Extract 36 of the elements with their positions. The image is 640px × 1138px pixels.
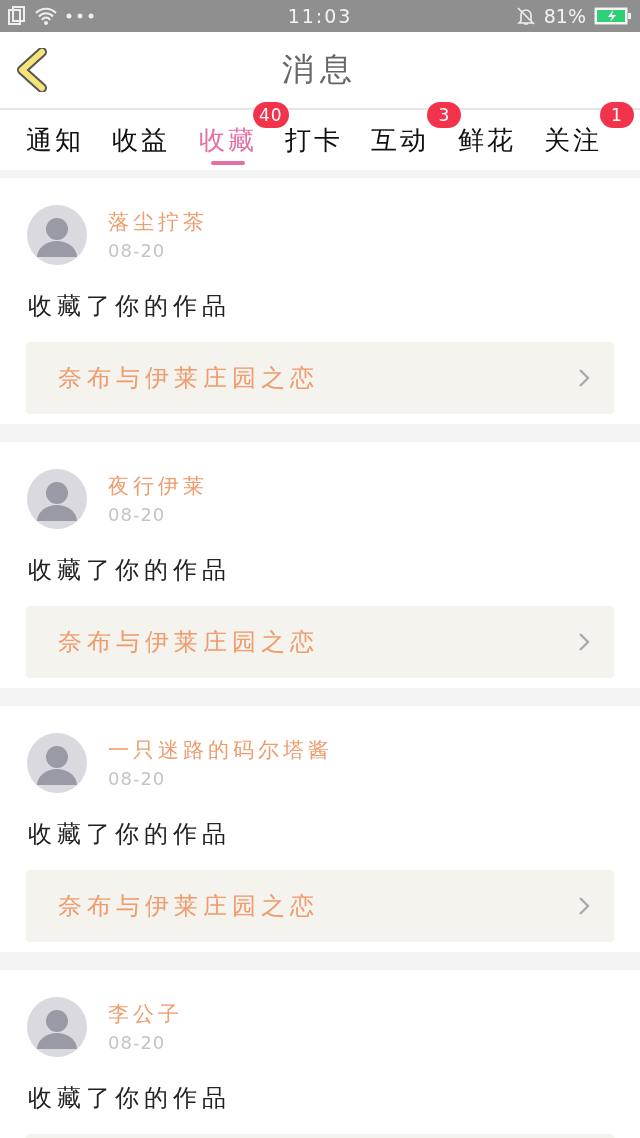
message-text: 收藏了你的作品 bbox=[28, 819, 232, 850]
message-date: 08-20 bbox=[108, 504, 167, 525]
chevron-right-icon bbox=[578, 896, 590, 916]
work-link[interactable]: 奈布与伊莱庄园之恋 bbox=[26, 606, 614, 678]
tab[interactable]: 收益 bbox=[108, 110, 175, 170]
battery-charging-icon bbox=[594, 7, 632, 25]
clock-time: 11:03 bbox=[287, 5, 353, 27]
avatar-icon bbox=[26, 996, 88, 1058]
message-text: 收藏了你的作品 bbox=[28, 291, 232, 322]
avatar-icon bbox=[26, 204, 88, 266]
sim-card-icon bbox=[8, 6, 26, 26]
message-date: 08-20 bbox=[108, 1032, 167, 1053]
tab-underline bbox=[210, 161, 245, 165]
avatar-icon bbox=[26, 468, 88, 530]
page-title: 消息 bbox=[282, 49, 358, 90]
chevron-right-icon bbox=[578, 368, 590, 388]
muted-bell-icon bbox=[515, 6, 536, 26]
count-badge: 40 bbox=[253, 102, 289, 128]
count-badge: 1 bbox=[599, 102, 634, 128]
wifi-icon bbox=[34, 6, 58, 26]
user-name[interactable]: 一只迷路的码尔塔酱 bbox=[108, 736, 333, 764]
count-badge: 3 bbox=[427, 102, 462, 128]
more-icon bbox=[66, 13, 94, 19]
message-text: 收藏了你的作品 bbox=[28, 1083, 232, 1114]
user-name[interactable]: 落尘拧茶 bbox=[108, 208, 208, 236]
work-link[interactable]: 奈布与伊莱庄园之恋 bbox=[26, 870, 614, 942]
chevron-right-icon bbox=[578, 632, 590, 652]
message-date: 08-20 bbox=[108, 768, 167, 789]
battery-percent: 81% bbox=[543, 5, 586, 27]
user-name[interactable]: 李公子 bbox=[108, 1000, 183, 1028]
message-text: 收藏了你的作品 bbox=[28, 555, 232, 586]
user-name[interactable]: 夜行伊莱 bbox=[108, 472, 208, 500]
tab[interactable]: 通知 bbox=[22, 110, 88, 170]
message-date: 08-20 bbox=[108, 240, 167, 261]
work-link[interactable]: 奈布与伊莱庄园之恋 bbox=[26, 342, 614, 414]
avatar-icon bbox=[26, 732, 88, 794]
